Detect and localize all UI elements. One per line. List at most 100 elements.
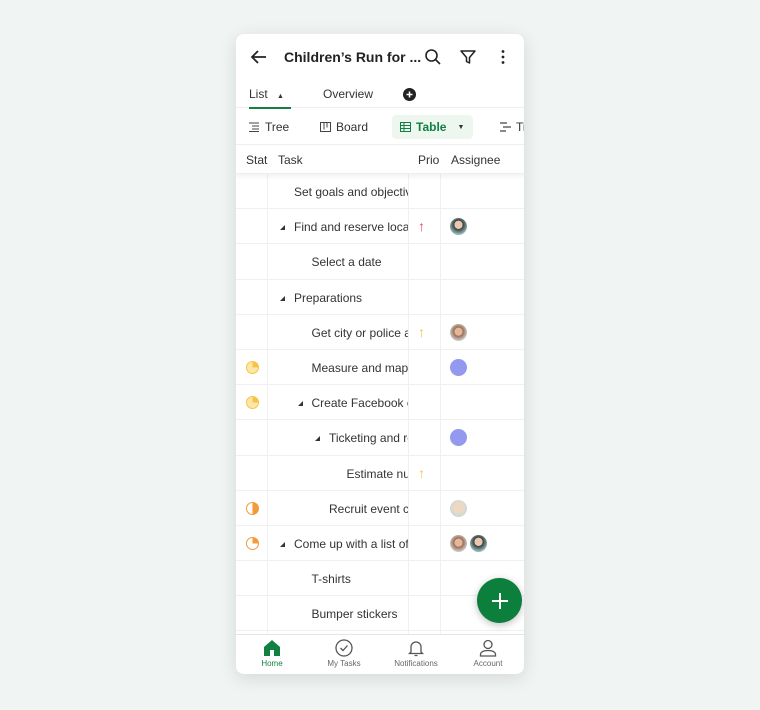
home-icon: [264, 640, 280, 656]
view-table[interactable]: Table ▼: [392, 115, 473, 139]
expand-caret-icon[interactable]: [315, 436, 320, 442]
task-cell[interactable]: Create Facebook event: [268, 385, 409, 420]
task-cell[interactable]: Bumper stickers: [268, 596, 409, 631]
task-name: Select a date: [311, 255, 382, 270]
nav-account[interactable]: Account: [452, 639, 524, 668]
filter-icon[interactable]: [458, 47, 478, 67]
task-name: Create Facebook event: [311, 396, 410, 411]
table-row[interactable]: Get city or police approval ↑: [236, 315, 524, 350]
priority-medium-icon[interactable]: ↑: [418, 324, 425, 340]
task-name: Ticketing and registration: [329, 431, 409, 446]
avatar[interactable]: [470, 534, 487, 552]
phone-frame: Children’s Run for ... List ▲ Overview T…: [236, 34, 524, 674]
add-tab-icon[interactable]: [403, 88, 416, 101]
tabs: List ▲ Overview: [236, 80, 524, 109]
dropdown-caret-icon: ▼: [457, 123, 465, 131]
table-row[interactable]: Find and reserve location ↑: [236, 209, 524, 245]
plus-icon: [491, 592, 508, 609]
avatar[interactable]: [450, 429, 467, 447]
table-row[interactable]: Select a date: [236, 244, 524, 280]
bottom-nav: Home My Tasks Notifications Account: [236, 634, 524, 674]
tree-icon: [249, 122, 259, 132]
task-cell[interactable]: Measure and map: [268, 350, 409, 385]
tab-label: List: [249, 87, 268, 101]
view-board[interactable]: Board: [312, 115, 376, 139]
table-row[interactable]: Recruit event crew: [236, 491, 524, 526]
back-arrow-icon[interactable]: [248, 46, 270, 68]
table-icon: [400, 122, 411, 132]
add-task-button[interactable]: [477, 578, 522, 623]
table-row[interactable]: Estimate number ↑: [236, 456, 524, 491]
task-name: Recruit event crew: [329, 501, 409, 516]
check-circle-icon: [335, 639, 353, 657]
avatar[interactable]: [450, 358, 467, 376]
task-name: Find and reserve location: [294, 220, 409, 235]
caret-up-icon: ▲: [277, 93, 284, 100]
table-row[interactable]: Come up with a list of: [236, 526, 524, 562]
task-cell[interactable]: Find and reserve location: [268, 209, 409, 244]
expand-caret-icon[interactable]: [280, 295, 285, 301]
task-cell[interactable]: Select a date: [268, 244, 409, 279]
nav-home[interactable]: Home: [236, 639, 308, 668]
bell-icon: [407, 641, 425, 657]
task-name: Estimate number: [346, 466, 410, 481]
task-cell[interactable]: Set goals and objectives: [268, 174, 409, 209]
status-indicator[interactable]: [246, 360, 259, 374]
header: Children’s Run for ...: [236, 34, 524, 80]
task-cell[interactable]: Get city or police approval: [268, 315, 410, 350]
expand-caret-icon[interactable]: [297, 401, 303, 407]
view-label: Tree: [265, 120, 290, 134]
status-indicator[interactable]: [246, 396, 259, 410]
column-divider: [267, 145, 268, 634]
status-indicator[interactable]: [246, 536, 259, 550]
task-cell[interactable]: Estimate number: [268, 456, 410, 491]
task-name: Get city or police approval: [311, 325, 410, 340]
task-cell[interactable]: Ticketing and registration: [268, 420, 409, 455]
expand-caret-icon[interactable]: [280, 541, 285, 547]
avatar[interactable]: [450, 534, 467, 552]
avatar[interactable]: [450, 499, 467, 517]
task-name: Measure and map: [311, 360, 409, 375]
table-row[interactable]: Measure and map: [236, 350, 524, 386]
tab-overview[interactable]: Overview: [323, 87, 373, 101]
timeline-icon: [500, 122, 511, 132]
user-icon: [479, 639, 497, 657]
nav-label: Notifications: [394, 659, 438, 668]
search-icon[interactable]: [423, 47, 443, 67]
view-timeline[interactable]: Ti: [492, 115, 524, 139]
task-name: Come up with a list of: [294, 536, 409, 551]
table-header: Stat Task Prio Assignee: [236, 145, 524, 174]
col-task[interactable]: Task: [278, 153, 303, 167]
avatar[interactable]: [450, 323, 467, 341]
more-vertical-icon[interactable]: [493, 47, 513, 67]
task-cell[interactable]: T-shirts: [268, 561, 409, 596]
task-cell[interactable]: Come up with a list of: [268, 526, 409, 561]
task-name: Set goals and objectives: [294, 185, 409, 199]
col-priority[interactable]: Prio: [418, 153, 444, 167]
view-label: Board: [336, 120, 369, 134]
view-label: Ti: [516, 120, 524, 134]
priority-high-icon[interactable]: ↑: [418, 218, 425, 234]
col-status[interactable]: Stat: [246, 153, 268, 167]
status-indicator[interactable]: [246, 501, 259, 515]
task-cell[interactable]: Preparations: [268, 280, 409, 315]
table-row[interactable]: Preparations: [236, 280, 524, 315]
page-title: Children’s Run for ...: [284, 49, 422, 65]
table-row[interactable]: Ticketing and registration: [236, 420, 524, 456]
board-icon: [320, 122, 331, 132]
avatar[interactable]: [450, 218, 467, 236]
column-divider: [440, 145, 441, 634]
nav-label: Home: [261, 659, 283, 668]
nav-my-tasks[interactable]: My Tasks: [308, 639, 380, 668]
task-cell[interactable]: Recruit event crew: [268, 491, 409, 526]
expand-caret-icon[interactable]: [280, 225, 285, 231]
tab-list[interactable]: List ▲: [249, 87, 291, 109]
view-tree[interactable]: Tree: [241, 115, 297, 139]
table-body: Set goals and objectives Find and reserve…: [236, 174, 524, 632]
task-name: Bumper stickers: [311, 607, 398, 622]
priority-medium-icon[interactable]: ↑: [418, 465, 425, 481]
table-row[interactable]: Create Facebook event: [236, 385, 524, 421]
nav-notifications[interactable]: Notifications: [380, 639, 452, 668]
table-row[interactable]: Set goals and objectives: [236, 174, 524, 210]
col-assignee[interactable]: Assignee: [451, 153, 500, 167]
